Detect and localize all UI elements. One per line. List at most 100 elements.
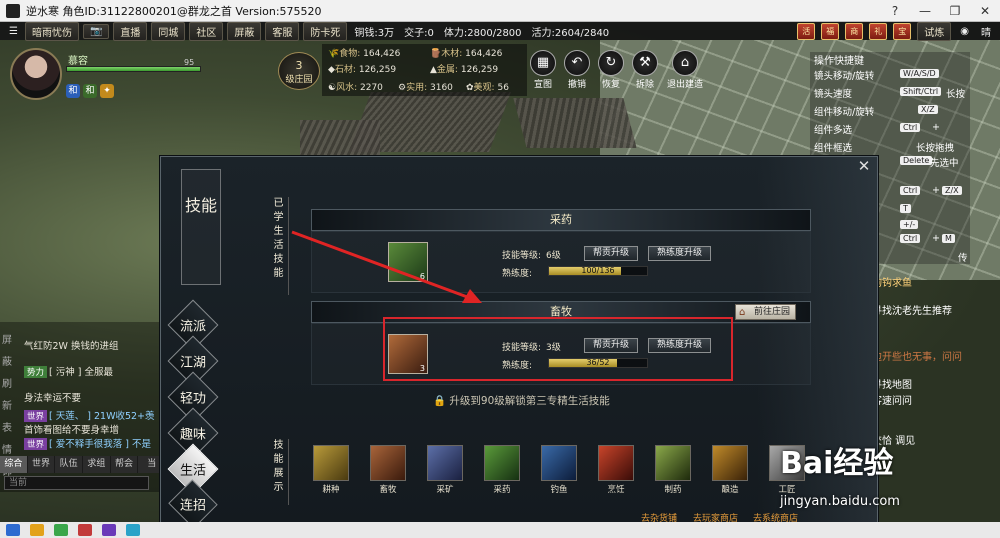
quest-line[interactable]: 询钩求鱼 <box>872 274 912 289</box>
showcase-farming[interactable]: 耕种 <box>313 445 349 495</box>
star-badge-icon[interactable]: ✦ <box>100 84 114 98</box>
teleport-label[interactable]: 传 <box>958 250 968 264</box>
quest-line[interactable]: 边开些也无事，问问 <box>872 348 962 363</box>
badge-icon[interactable]: 和 <box>83 84 97 98</box>
beauty-label: 美观: <box>473 83 495 93</box>
menu-block-button[interactable]: 屏蔽 <box>227 21 262 41</box>
unlock-notice-text: 升级到90级解锁第三专精生活技能 <box>449 395 610 407</box>
skill-level-label: 技能等级: <box>502 251 542 261</box>
metal-label: 金属: <box>436 65 458 75</box>
hotkey-label: 组件多选 <box>814 125 853 136</box>
chat-tab[interactable]: 世界 <box>27 456 55 473</box>
exit-build-icon: ⌂ <box>672 50 698 76</box>
menu-icon[interactable]: ☰ <box>6 26 21 37</box>
key-cap: Ctrl <box>900 234 921 243</box>
taskbar-app-icon[interactable] <box>30 524 44 536</box>
menu-community-button[interactable]: 社区 <box>189 21 224 41</box>
showcase-husbandry[interactable]: 畜牧 <box>370 445 406 495</box>
menu-unstuck-button[interactable]: 防卡死 <box>303 21 348 41</box>
chat-input[interactable]: 当前 <box>4 476 149 490</box>
goto-manor-label: 前往庄园 <box>754 307 791 317</box>
showcase-cooking[interactable]: 烹饪 <box>598 445 634 495</box>
quest-line[interactable]: 寻找地图 <box>872 376 912 391</box>
chat-tab[interactable]: 综合 <box>0 456 27 473</box>
exit-build-button[interactable]: ⌂ 退出建造 <box>664 50 706 90</box>
taskbar-app-icon[interactable] <box>78 524 92 536</box>
goto-manor-button[interactable]: ⌂ 前往庄园 <box>735 304 797 320</box>
taskbar-app-icon[interactable] <box>54 524 68 536</box>
mastery-upgrade-button[interactable]: 熟练度升级 <box>648 246 712 261</box>
activity-icon[interactable]: 礼 <box>869 22 888 40</box>
showcase-mining[interactable]: 采矿 <box>427 445 463 495</box>
undo-label: 撤销 <box>567 80 586 90</box>
menu-service-button[interactable]: 客服 <box>265 21 300 41</box>
taskbar-app-icon[interactable] <box>6 524 20 536</box>
maximize-button[interactable]: ❐ <box>940 0 970 22</box>
hotkey-note: 长按拖拽 <box>916 143 955 154</box>
blueprint-label: 宣图 <box>533 80 552 90</box>
redo-button[interactable]: ↻ 恢复 <box>596 50 626 90</box>
wood-label: 木材: <box>441 49 463 59</box>
channel-tag: 世界 <box>24 438 48 450</box>
redo-icon: ↻ <box>598 50 624 76</box>
undo-button[interactable]: ↶ 撤销 <box>562 50 592 90</box>
activity-icon[interactable]: 福 <box>821 22 840 40</box>
demolish-button[interactable]: ⚒ 拆除 <box>630 50 660 90</box>
chat-message: 世界[ 天莲、 ] 21W收52+羡 <box>24 408 155 422</box>
brewing-icon <box>712 445 748 481</box>
contribution-upgrade-button[interactable]: 帮贡升级 <box>584 246 639 261</box>
activity-icon[interactable]: 商 <box>845 22 864 40</box>
blueprint-button[interactable]: ▦ 宣图 <box>528 50 558 90</box>
close-window-button[interactable]: ✕ <box>970 0 1000 22</box>
menu-live-button[interactable]: 直播 <box>113 21 148 41</box>
herbalism-skill-icon[interactable]: 6 <box>388 242 428 282</box>
menu-guild-button[interactable]: 暗雨忧伤 <box>24 21 79 41</box>
practical-value: 3160 <box>430 83 453 93</box>
fengshui-label: 风水: <box>336 83 358 93</box>
chat-message-text: [ 爱不释手很我落 ] 不是 <box>49 439 151 450</box>
mastery-label: 熟练度: <box>502 269 533 279</box>
showcase-label: 酿造 <box>721 485 739 495</box>
showcase-pharmacy[interactable]: 制药 <box>655 445 691 495</box>
badge-icon[interactable]: 和 <box>66 84 80 98</box>
activity-icon[interactable]: 活 <box>797 22 816 40</box>
watermark-brand: Bai经验 <box>780 446 894 481</box>
trial-button[interactable]: 试炼 <box>917 21 952 41</box>
watermark-url: jingyan.baidu.com <box>780 494 900 509</box>
close-panel-button[interactable]: ✕ <box>855 157 873 175</box>
minimize-button[interactable]: — <box>910 0 940 22</box>
menu-nearby-button[interactable]: 同城 <box>151 21 186 41</box>
build-toolbar: ▦ 宣图 ↶ 撤销 ↻ 恢复 ⚒ 拆除 ⌂ 退出建造 <box>528 50 706 90</box>
chat-tab[interactable]: 队伍 <box>55 456 83 473</box>
unlock-notice: 🔒 升级到90级解锁第三专精生活技能 <box>433 393 610 408</box>
showcase-fishing[interactable]: 钓鱼 <box>541 445 577 495</box>
avatar[interactable] <box>10 48 62 100</box>
chat-tab[interactable]: 帮会 <box>110 456 138 473</box>
taskbar-app-icon[interactable] <box>126 524 140 536</box>
map-icon: ▦ <box>530 50 556 76</box>
camera-icon[interactable]: 📷 <box>82 23 110 39</box>
hotkey-label: 镜头速度 <box>814 89 853 100</box>
quest-line[interactable]: 客速问问 <box>872 392 912 407</box>
skill-showcase-label: 技能展示 <box>269 439 289 505</box>
chat-tab[interactable]: 求组 <box>83 456 110 473</box>
activity-icon[interactable]: 宝 <box>893 22 912 40</box>
key-cap: M <box>942 234 955 243</box>
taskbar-app-icon[interactable] <box>102 524 116 536</box>
manor-level-badge[interactable]: 3 级庄园 <box>278 52 320 90</box>
learned-skills-label: 已学生活技能 <box>269 197 289 295</box>
showcase-label: 烹饪 <box>607 485 625 495</box>
cooking-icon <box>598 445 634 481</box>
quest-line[interactable]: 寻找沈老先生推荐 <box>872 302 952 317</box>
showcase-brewing[interactable]: 酿造 <box>712 445 748 495</box>
pharmacy-icon <box>655 445 691 481</box>
manor-level-number: 3 <box>295 59 303 72</box>
showcase-herbalism[interactable]: 采药 <box>484 445 520 495</box>
husbandry-icon <box>370 445 406 481</box>
stamina-count: 体力:2800/2800 <box>443 27 522 39</box>
help-icon[interactable]: ? <box>880 0 910 22</box>
key-cap: Ctrl <box>900 186 921 195</box>
tab-label: 生活 <box>179 463 207 479</box>
wood-icon: 🪵 <box>430 49 442 59</box>
hotkey-label: 组件移动/旋转 <box>814 107 875 118</box>
